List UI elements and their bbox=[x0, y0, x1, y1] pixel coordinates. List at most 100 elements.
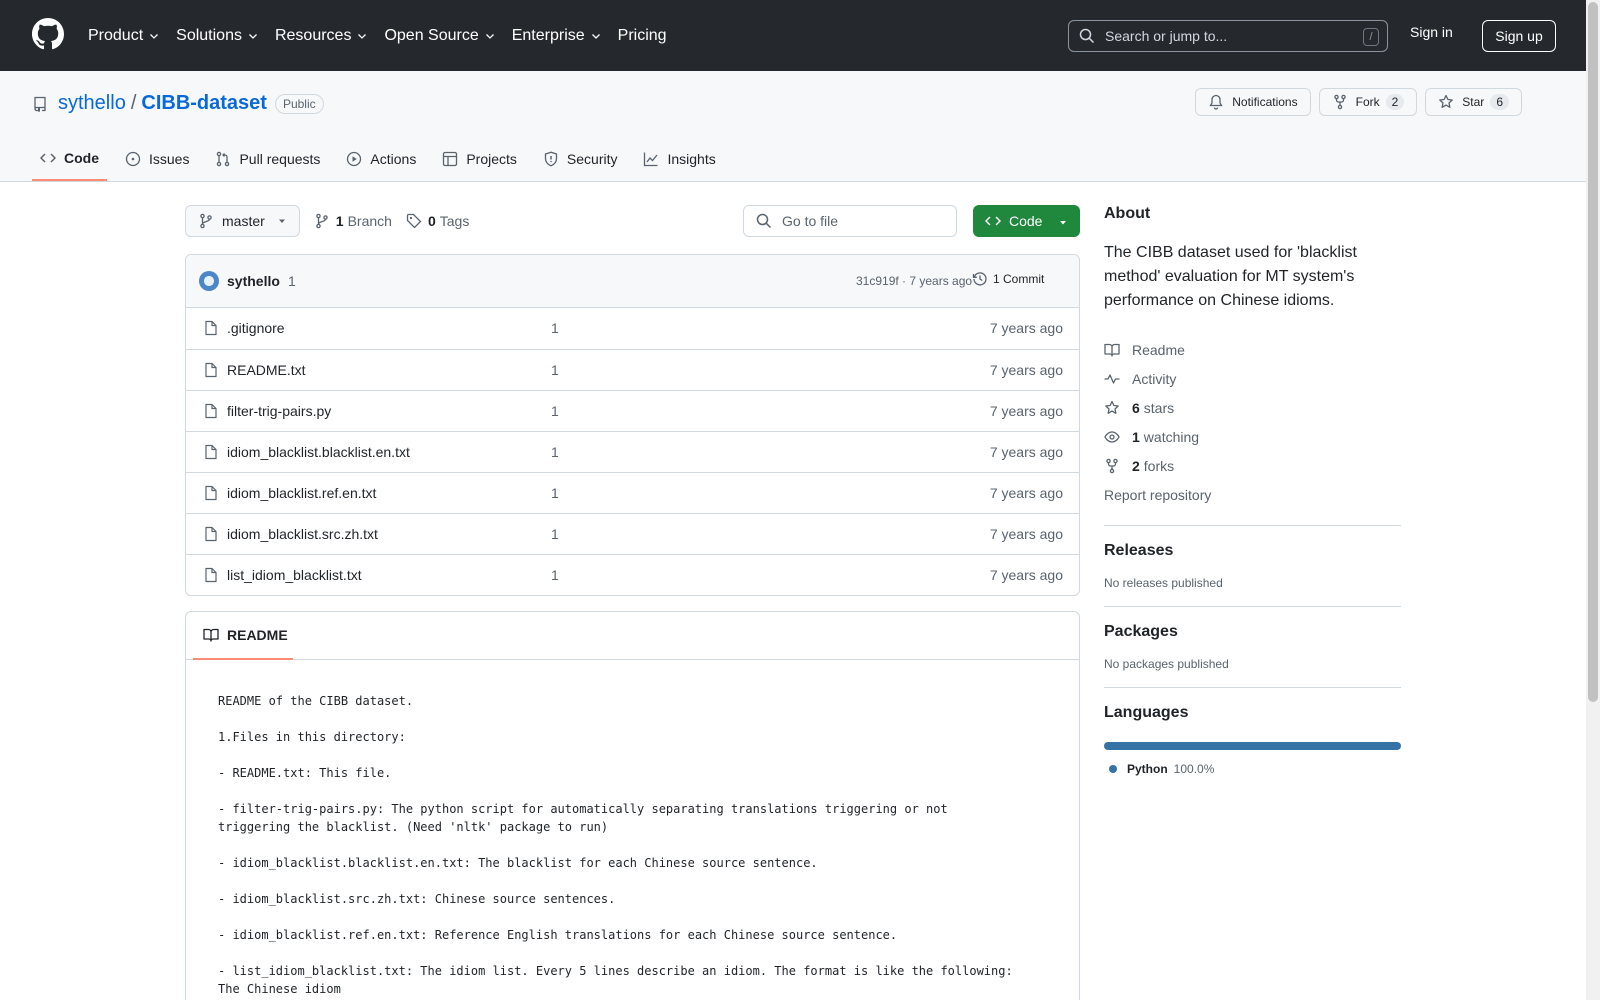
file-row[interactable]: idiom_blacklist.ref.en.txt 1 7 years ago bbox=[186, 472, 1079, 513]
file-row[interactable]: .gitignore 1 7 years ago bbox=[186, 308, 1079, 349]
nav-enterprise[interactable]: Enterprise bbox=[512, 27, 602, 45]
tab-projects[interactable]: Projects bbox=[434, 137, 525, 181]
file-name-link[interactable]: list_idiom_blacklist.txt bbox=[227, 567, 362, 583]
code-dropdown-button[interactable]: Code bbox=[973, 205, 1080, 237]
readme-panel: README README of the CIBB dataset. 1.Fil… bbox=[185, 611, 1080, 1000]
nav-resources[interactable]: Resources bbox=[275, 27, 368, 45]
search-shortcut-key: / bbox=[1363, 28, 1379, 46]
code-icon bbox=[40, 153, 56, 163]
file-commit-message[interactable]: 1 bbox=[551, 567, 559, 583]
star-icon bbox=[1105, 400, 1119, 414]
tab-code[interactable]: Code bbox=[32, 137, 107, 181]
chevron-down-icon bbox=[485, 33, 494, 39]
sidebar-divider bbox=[1104, 687, 1401, 688]
chevron-down-icon bbox=[249, 33, 257, 39]
repo-tabs: Code Issues Pull requests Actions Projec… bbox=[32, 137, 734, 181]
commit-message-link[interactable]: 1 bbox=[288, 273, 296, 289]
avatar[interactable] bbox=[199, 271, 219, 291]
github-logo-icon[interactable] bbox=[32, 18, 64, 50]
language-item-python[interactable]: Python 100.0% bbox=[1104, 762, 1401, 776]
file-name-link[interactable]: idiom_blacklist.blacklist.en.txt bbox=[227, 444, 410, 460]
watchers-link[interactable]: 1 watching bbox=[1104, 422, 1401, 451]
stars-link[interactable]: 6 stars bbox=[1104, 393, 1401, 422]
language-color-dot bbox=[1109, 765, 1117, 773]
issue-icon bbox=[125, 151, 141, 167]
file-commit-message[interactable]: 1 bbox=[551, 320, 559, 336]
file-row[interactable]: README.txt 1 7 years ago bbox=[186, 349, 1079, 390]
file-name-link[interactable]: README.txt bbox=[227, 362, 306, 378]
repo-name-link[interactable]: CIBB-dataset bbox=[141, 92, 267, 115]
tab-actions[interactable]: Actions bbox=[338, 137, 424, 181]
file-icon bbox=[205, 567, 217, 583]
history-icon bbox=[972, 272, 987, 286]
tab-pull-requests[interactable]: Pull requests bbox=[207, 137, 328, 181]
readme-link[interactable]: Readme bbox=[1104, 335, 1401, 364]
file-name-link[interactable]: .gitignore bbox=[227, 320, 285, 336]
nav-open-source[interactable]: Open Source bbox=[384, 27, 495, 45]
tags-link[interactable]: 0 Tags bbox=[406, 213, 469, 229]
commits-link[interactable]: 1 Commit bbox=[972, 271, 1044, 287]
packages-heading[interactable]: Packages bbox=[1104, 623, 1401, 641]
fork-button[interactable]: Fork 2 bbox=[1318, 88, 1418, 116]
forks-link[interactable]: 2 forks bbox=[1104, 451, 1401, 480]
language-name: Python bbox=[1127, 762, 1168, 776]
sign-in-link[interactable]: Sign in bbox=[1410, 24, 1453, 40]
report-repository-link[interactable]: Report repository bbox=[1104, 480, 1401, 509]
scrollbar-thumb[interactable] bbox=[1588, 2, 1598, 702]
graph-icon bbox=[644, 152, 658, 167]
sidebar-divider bbox=[1104, 606, 1401, 607]
search-icon bbox=[1079, 28, 1095, 44]
file-row[interactable]: filter-trig-pairs.py 1 7 years ago bbox=[186, 390, 1079, 431]
file-commit-message[interactable]: 1 bbox=[551, 526, 559, 542]
go-to-file-input[interactable]: Go to file bbox=[743, 205, 957, 237]
commit-count-label: 1 Commit bbox=[993, 272, 1045, 286]
nav-pricing[interactable]: Pricing bbox=[618, 27, 667, 45]
file-name-link[interactable]: idiom_blacklist.src.zh.txt bbox=[227, 526, 378, 542]
tab-security[interactable]: Security bbox=[535, 137, 626, 181]
file-commit-message[interactable]: 1 bbox=[551, 362, 559, 378]
file-commit-message[interactable]: 1 bbox=[551, 403, 559, 419]
file-commit-message[interactable]: 1 bbox=[551, 444, 559, 460]
file-toolbar: master 1 Branch 0 Tags Go to file Code bbox=[185, 205, 1080, 237]
releases-empty-text: No releases published bbox=[1104, 576, 1223, 590]
tab-insights[interactable]: Insights bbox=[635, 137, 723, 181]
file-icon bbox=[205, 362, 217, 378]
file-icon bbox=[205, 485, 217, 501]
readme-tab[interactable]: README bbox=[193, 612, 293, 660]
branch-select-button[interactable]: master bbox=[185, 205, 300, 237]
page-scrollbar[interactable] bbox=[1586, 0, 1600, 1000]
releases-heading[interactable]: Releases bbox=[1104, 542, 1401, 560]
branches-link[interactable]: 1 Branch bbox=[314, 213, 392, 229]
file-updated-time: 7 years ago bbox=[989, 444, 1063, 460]
notifications-button[interactable]: Notifications bbox=[1195, 88, 1311, 116]
file-updated-time: 7 years ago bbox=[989, 526, 1063, 542]
repo-icon bbox=[34, 96, 46, 112]
activity-link[interactable]: Activity bbox=[1104, 364, 1401, 393]
repo-title: sythello / CIBB-dataset Public bbox=[32, 92, 324, 115]
file-row[interactable]: idiom_blacklist.blacklist.en.txt 1 7 years… bbox=[186, 431, 1079, 472]
nav-product[interactable]: Product bbox=[88, 27, 160, 45]
file-name-link[interactable]: filter-trig-pairs.py bbox=[227, 403, 331, 419]
file-row[interactable]: idiom_blacklist.src.zh.txt 1 7 years ago bbox=[186, 513, 1079, 554]
nav-solutions[interactable]: Solutions bbox=[176, 27, 259, 45]
code-icon bbox=[985, 216, 1001, 226]
play-icon bbox=[347, 151, 362, 167]
chevron-down-icon bbox=[591, 33, 600, 39]
branch-icon bbox=[316, 213, 328, 229]
file-browser: sythello 1 31c919f · 7 years ago 1 Commi… bbox=[185, 254, 1080, 596]
repo-owner-link[interactable]: sythello bbox=[58, 92, 126, 115]
file-commit-message[interactable]: 1 bbox=[551, 485, 559, 501]
file-name-link[interactable]: idiom_blacklist.ref.en.txt bbox=[227, 485, 376, 501]
file-list: .gitignore 1 7 years ago README.txt 1 7 years… bbox=[186, 308, 1079, 595]
global-search-input[interactable]: Search or jump to... / bbox=[1068, 20, 1388, 52]
commit-hash-time[interactable]: 31c919f · 7 years ago bbox=[856, 274, 972, 288]
star-button[interactable]: Star 6 bbox=[1425, 88, 1522, 116]
tab-issues[interactable]: Issues bbox=[117, 137, 197, 181]
branch-label: Branch bbox=[347, 213, 392, 229]
commit-author-link[interactable]: sythello bbox=[227, 273, 280, 289]
file-row[interactable]: list_idiom_blacklist.txt 1 7 years ago bbox=[186, 554, 1079, 595]
sign-up-button[interactable]: Sign up bbox=[1482, 20, 1556, 52]
search-placeholder: Search or jump to... bbox=[1105, 28, 1228, 44]
eye-icon bbox=[1104, 430, 1120, 443]
notifications-label: Notifications bbox=[1232, 95, 1298, 109]
